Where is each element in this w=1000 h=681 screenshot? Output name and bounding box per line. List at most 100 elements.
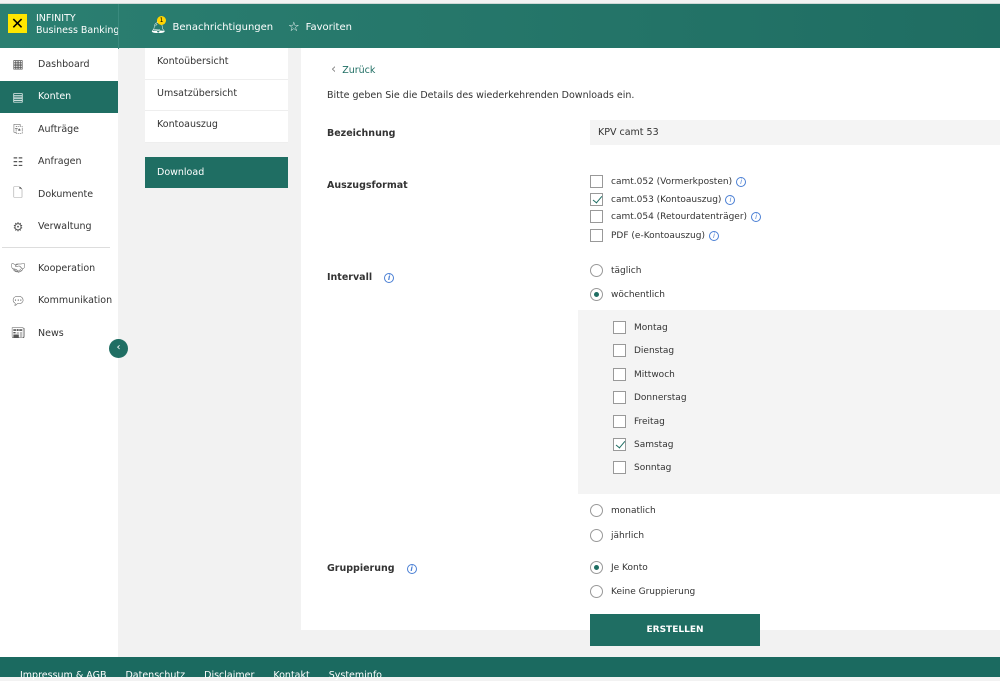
- format-camt052[interactable]: camt.052 (Vormerkposten) i: [590, 175, 747, 188]
- radio[interactable]: [590, 585, 603, 598]
- option-label: Sonntag: [634, 463, 672, 473]
- interval-yearly[interactable]: jährlich: [590, 529, 644, 542]
- footer-link-datenschutz[interactable]: Datenschutz: [125, 671, 185, 681]
- sidebar-label: Dashboard: [38, 58, 90, 70]
- format-camt053[interactable]: camt.053 (Kontoauszug) i: [590, 193, 736, 206]
- sidebar-item-dokumente[interactable]: 🗋 Dokumente: [0, 178, 118, 211]
- radio[interactable]: [590, 504, 603, 517]
- radio[interactable]: [590, 288, 603, 301]
- checkbox[interactable]: [613, 461, 626, 474]
- footer-link-disclaimer[interactable]: Disclaimer: [204, 671, 254, 681]
- option-label: Mittwoch: [634, 370, 675, 380]
- checkbox[interactable]: [590, 210, 603, 223]
- checkbox[interactable]: [613, 368, 626, 381]
- option-label: monatlich: [611, 506, 656, 516]
- sidebar-item-dashboard[interactable]: ▦ Dashboard: [0, 48, 118, 81]
- option-label: camt.053 (Kontoauszug): [611, 195, 722, 205]
- favorites-label: Favoriten: [305, 22, 352, 33]
- option-label: Je Konto: [611, 563, 648, 573]
- brand-title: INFINITY: [36, 13, 76, 24]
- interval-daily[interactable]: täglich: [590, 264, 641, 277]
- notifications-button[interactable]: 🔔︎ 1 Benachrichtigungen: [150, 16, 274, 35]
- footer: Impressum & AGB Datenschutz Disclaimer K…: [0, 657, 1000, 681]
- submenu-item-kontoauszug[interactable]: Kontoauszug: [145, 111, 288, 143]
- submenu-item-download[interactable]: Download: [145, 156, 288, 188]
- checkbox[interactable]: [613, 415, 626, 428]
- sidebar-item-verwaltung[interactable]: ⚙ Verwaltung: [0, 211, 118, 244]
- weekday-panel: Montag Dienstag Mittwoch Donnerstag Frei…: [578, 310, 1000, 494]
- interval-weekly[interactable]: wöchentlich: [590, 288, 665, 301]
- radio[interactable]: [590, 264, 603, 277]
- day-freitag[interactable]: Freitag: [613, 415, 665, 428]
- info-icon[interactable]: i: [406, 563, 417, 574]
- sidebar-item-news[interactable]: 📰︎ News: [0, 317, 118, 350]
- sidebar-item-anfragen[interactable]: ☷ Anfragen: [0, 146, 118, 179]
- checkbox[interactable]: [590, 229, 603, 242]
- back-label: Zurück: [342, 65, 376, 76]
- sidebar-label: Kooperation: [38, 262, 96, 274]
- checkbox[interactable]: [590, 193, 603, 206]
- info-icon[interactable]: i: [384, 272, 395, 283]
- option-label: Montag: [634, 323, 668, 333]
- sidebar-item-kommunikation[interactable]: 💬︎ Kommunikation: [0, 285, 118, 318]
- option-label: wöchentlich: [611, 290, 665, 300]
- format-camt054[interactable]: camt.054 (Retourdatenträger) i: [590, 210, 762, 223]
- news-icon: 📰︎: [10, 326, 26, 341]
- main-panel: ‹ Zurück Bitte geben Sie die Details des …: [301, 48, 1000, 630]
- bezeichnung-input[interactable]: KPV camt 53: [590, 120, 1000, 145]
- day-montag[interactable]: Montag: [613, 321, 668, 334]
- interval-monthly[interactable]: monatlich: [590, 504, 656, 517]
- checkbox[interactable]: [590, 175, 603, 188]
- submenu-item-umsatzuebersicht[interactable]: Umsatzübersicht: [145, 79, 288, 111]
- day-mittwoch[interactable]: Mittwoch: [613, 368, 675, 381]
- sidebar-item-auftraege[interactable]: ⎘ Aufträge: [0, 113, 118, 146]
- day-donnerstag[interactable]: Donnerstag: [613, 391, 687, 404]
- option-label: Dienstag: [634, 346, 675, 356]
- collapse-sidebar-button[interactable]: ‹: [109, 339, 128, 358]
- sidebar-item-konten[interactable]: ▤ Konten: [0, 80, 118, 113]
- day-dienstag[interactable]: Dienstag: [613, 344, 674, 357]
- option-label: PDF (e-Kontoauszug): [611, 231, 705, 241]
- gear-icon: ⚙: [12, 219, 24, 234]
- option-label: täglich: [611, 266, 642, 276]
- info-icon[interactable]: i: [751, 211, 762, 222]
- option-label: Keine Gruppierung: [611, 587, 696, 597]
- notifications-label: Benachrichtigungen: [172, 22, 274, 33]
- option-label: jährlich: [611, 531, 645, 541]
- day-sonntag[interactable]: Sonntag: [613, 461, 671, 474]
- footer-link-impressum[interactable]: Impressum & AGB: [20, 671, 106, 681]
- sidebar-label: Verwaltung: [38, 221, 92, 233]
- back-link[interactable]: ‹ Zurück: [331, 62, 375, 77]
- bell-icon: 🔔︎ 1: [150, 16, 167, 35]
- sidebar-label: Kommunikation: [38, 295, 113, 307]
- bezeichnung-label: Bezeichnung: [327, 128, 396, 139]
- sidebar-label: Anfragen: [38, 156, 82, 168]
- info-icon[interactable]: i: [736, 176, 747, 187]
- day-samstag[interactable]: Samstag: [613, 438, 673, 451]
- intro-text: Bitte geben Sie die Details des wiederke…: [327, 90, 635, 101]
- interval-label-text: Intervall: [327, 272, 373, 283]
- checkbox[interactable]: [613, 321, 626, 334]
- sidebar-item-kooperation[interactable]: 🤝︎ Kooperation: [0, 252, 118, 285]
- orders-icon: ⎘: [13, 121, 23, 136]
- info-icon[interactable]: i: [708, 230, 719, 241]
- create-button[interactable]: ERSTELLEN: [590, 614, 760, 646]
- submenu: Kontoübersicht Umsatzübersicht Kontoausz…: [145, 48, 288, 188]
- footer-link-kontakt[interactable]: Kontakt: [273, 671, 309, 681]
- footer-link-systeminfo[interactable]: Systeminfo: [329, 671, 382, 681]
- notification-badge: 1: [157, 16, 166, 25]
- grouping-per-account[interactable]: Je Konto: [590, 561, 648, 574]
- checkbox[interactable]: [613, 391, 626, 404]
- checkbox[interactable]: [613, 344, 626, 357]
- format-pdf[interactable]: PDF (e-Kontoauszug) i: [590, 229, 719, 242]
- radio[interactable]: [590, 561, 603, 574]
- submenu-item-kontouebersicht[interactable]: Kontoübersicht: [145, 48, 288, 80]
- favorites-button[interactable]: ☆ Favoriten: [288, 20, 352, 35]
- checkbox[interactable]: [613, 438, 626, 451]
- option-label: Freitag: [634, 417, 665, 427]
- option-label: camt.054 (Retourdatenträger): [611, 212, 748, 222]
- grouping-none[interactable]: Keine Gruppierung: [590, 585, 695, 598]
- option-label: camt.052 (Vormerkposten): [611, 177, 733, 187]
- info-icon[interactable]: i: [725, 194, 736, 205]
- radio[interactable]: [590, 529, 603, 542]
